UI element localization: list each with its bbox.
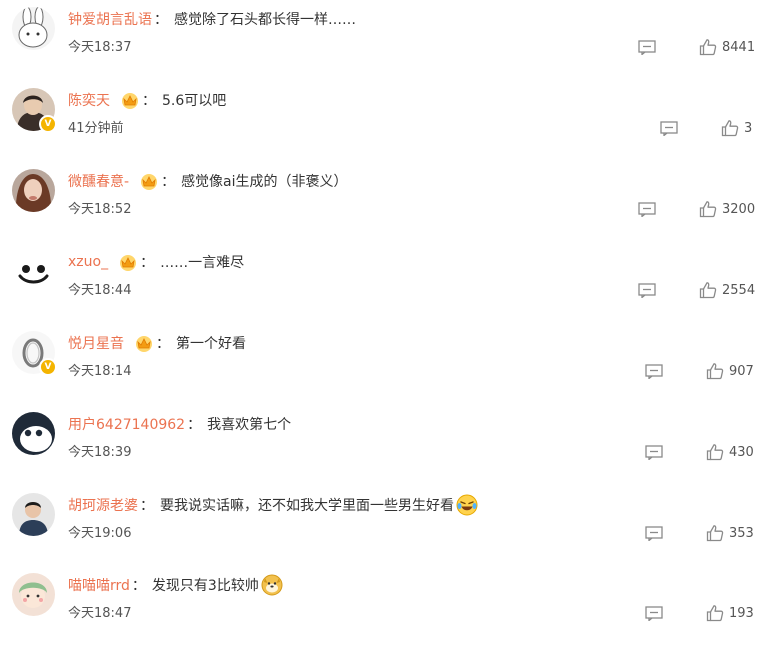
like-count: 907 bbox=[729, 363, 754, 379]
like-button[interactable]: 8441 bbox=[699, 37, 755, 57]
comment-text: 5.6可以吧 bbox=[162, 93, 227, 109]
reply-icon[interactable] bbox=[638, 283, 656, 298]
thumbs-up-icon bbox=[699, 282, 717, 299]
reply-icon[interactable] bbox=[660, 121, 678, 136]
separator: ： bbox=[142, 93, 156, 109]
comment-text: 感觉像ai生成的（非褒义） bbox=[181, 174, 348, 190]
thumbs-up-icon bbox=[706, 363, 724, 380]
comment-text: 我喜欢第七个 bbox=[207, 417, 292, 433]
reply-icon[interactable] bbox=[645, 526, 663, 541]
username[interactable]: 悦月星音 bbox=[68, 333, 124, 353]
like-button[interactable]: 3 bbox=[721, 118, 752, 138]
timestamp: 今天18:47 bbox=[68, 606, 132, 621]
separator: ： bbox=[154, 12, 168, 28]
like-count: 353 bbox=[729, 525, 754, 541]
comment-text: 第一个好看 bbox=[176, 336, 246, 352]
like-button[interactable]: 430 bbox=[706, 442, 754, 462]
like-count: 193 bbox=[729, 605, 754, 621]
comment-item: V 陈奕天 ： 5.6可以吧 41分钟前 3 bbox=[0, 81, 777, 161]
reply-icon[interactable] bbox=[645, 606, 663, 621]
like-button[interactable]: 2554 bbox=[699, 280, 755, 300]
comment-item: 喵喵喵rrd ： 发现只有3比较帅 今天18:47 193 bbox=[0, 566, 777, 646]
thumbs-up-icon bbox=[706, 525, 724, 542]
like-button[interactable]: 3200 bbox=[699, 199, 755, 219]
comment-text: 要我说实话嘛，还不如我大学里面一些男生好看 bbox=[160, 498, 454, 514]
thumbs-up-icon bbox=[706, 444, 724, 461]
avatar[interactable] bbox=[12, 250, 55, 293]
like-count: 3 bbox=[744, 120, 753, 136]
separator: ： bbox=[140, 255, 155, 271]
thumbs-up-icon bbox=[721, 120, 739, 137]
verified-badge-icon: V bbox=[39, 115, 57, 133]
comment-item: 钟爱胡言乱语 ： 感觉除了石头都长得一样…… 今天18:37 8441 bbox=[0, 0, 777, 80]
crown-badge-icon bbox=[120, 255, 137, 271]
timestamp: 今天18:37 bbox=[68, 40, 132, 55]
separator: ： bbox=[187, 417, 202, 433]
avatar[interactable] bbox=[12, 573, 55, 616]
username[interactable]: 胡珂源老婆 bbox=[68, 495, 138, 515]
timestamp: 今天18:44 bbox=[68, 283, 132, 298]
like-count: 2554 bbox=[722, 282, 756, 298]
laughing-crying-emoji-icon bbox=[456, 494, 478, 516]
doge-emoji-icon bbox=[261, 574, 283, 596]
comment-text: 发现只有3比较帅 bbox=[151, 578, 259, 594]
crown-badge-icon bbox=[141, 174, 158, 190]
separator: ： bbox=[156, 336, 170, 352]
timestamp: 41分钟前 bbox=[68, 121, 124, 136]
comment-item: 用户6427140962 ： 我喜欢第七个 今天18:39 430 bbox=[0, 405, 777, 485]
username[interactable]: 陈奕天 bbox=[68, 90, 110, 110]
timestamp: 今天18:52 bbox=[68, 202, 132, 217]
timestamp: 今天18:39 bbox=[68, 445, 132, 460]
username[interactable]: 微醺春意- bbox=[68, 171, 129, 191]
reply-icon[interactable] bbox=[638, 40, 656, 55]
like-count: 8441 bbox=[722, 39, 756, 55]
comment-text: 感觉除了石头都长得一样…… bbox=[174, 12, 356, 28]
reply-icon[interactable] bbox=[645, 364, 663, 379]
separator: ： bbox=[131, 578, 146, 594]
separator: ： bbox=[140, 498, 154, 514]
thumbs-up-icon bbox=[699, 39, 717, 56]
crown-badge-icon bbox=[122, 93, 138, 109]
timestamp: 今天18:14 bbox=[68, 364, 132, 379]
comment-text: ……一言难尽 bbox=[160, 255, 245, 271]
avatar[interactable] bbox=[12, 169, 55, 212]
separator: ： bbox=[161, 174, 176, 190]
comment-item: 胡珂源老婆 ： 要我说实话嘛，还不如我大学里面一些男生好看 今天19:06 35… bbox=[0, 486, 777, 566]
thumbs-up-icon bbox=[699, 201, 717, 218]
avatar[interactable] bbox=[12, 412, 55, 455]
comment-item: V 悦月星音 ： 第一个好看 今天18:14 907 bbox=[0, 324, 777, 404]
avatar[interactable] bbox=[12, 493, 55, 536]
like-button[interactable]: 353 bbox=[706, 523, 754, 543]
username[interactable]: 喵喵喵rrd bbox=[68, 575, 130, 595]
username[interactable]: xzuo_ bbox=[68, 254, 108, 270]
avatar[interactable]: V bbox=[12, 331, 57, 376]
comment-item: xzuo_ ： ……一言难尽 今天18:44 2554 bbox=[0, 243, 777, 323]
reply-icon[interactable] bbox=[638, 202, 656, 217]
crown-badge-icon bbox=[136, 336, 152, 352]
like-button[interactable]: 907 bbox=[706, 361, 754, 381]
avatar[interactable] bbox=[12, 7, 55, 50]
username[interactable]: 用户6427140962 bbox=[68, 414, 185, 434]
reply-icon[interactable] bbox=[645, 445, 663, 460]
like-button[interactable]: 193 bbox=[706, 603, 754, 623]
like-count: 430 bbox=[729, 444, 754, 460]
like-count: 3200 bbox=[722, 201, 756, 217]
username[interactable]: 钟爱胡言乱语 bbox=[68, 9, 152, 29]
timestamp: 今天19:06 bbox=[68, 526, 132, 541]
avatar[interactable]: V bbox=[12, 88, 57, 133]
verified-badge-icon: V bbox=[39, 358, 57, 376]
comment-item: 微醺春意- ： 感觉像ai生成的（非褒义） 今天18:52 3200 bbox=[0, 162, 777, 242]
thumbs-up-icon bbox=[706, 605, 724, 622]
